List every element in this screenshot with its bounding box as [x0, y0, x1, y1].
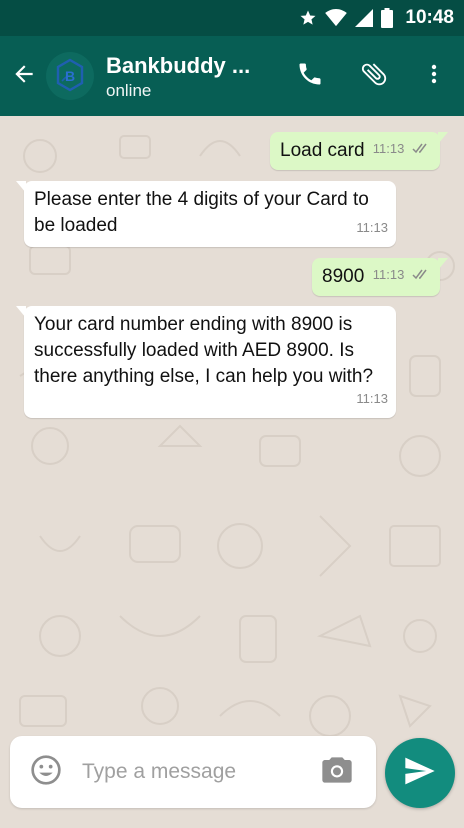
emoji-button[interactable]	[28, 754, 64, 790]
send-button[interactable]	[385, 738, 455, 808]
message-bubble-incoming[interactable]: Your card number ending with 8900 is suc…	[16, 306, 396, 418]
message-composer	[10, 736, 376, 808]
contact-info[interactable]: Bankbuddy ... online	[106, 52, 276, 102]
bankbuddy-logo-icon: B	[46, 52, 94, 100]
message-text: Load card	[280, 140, 365, 161]
message-bubble-incoming[interactable]: Please enter the 4 digits of your Card t…	[16, 181, 396, 247]
message-time: 11:13	[372, 141, 405, 157]
more-vert-icon	[422, 61, 446, 92]
message-time: 11:13	[356, 220, 388, 235]
message-bubble-outgoing[interactable]: Load card 11:13	[270, 132, 448, 170]
chat-header: B Bankbuddy ... online	[0, 36, 464, 116]
back-button[interactable]	[6, 58, 42, 94]
message-bubble-outgoing[interactable]: 8900 11:13	[312, 258, 448, 296]
double-tick-icon	[412, 263, 430, 289]
message-text: 8900	[322, 266, 365, 287]
send-icon	[404, 756, 436, 791]
svg-text:B: B	[65, 68, 75, 84]
call-button[interactable]	[292, 58, 328, 94]
cell-signal-icon	[355, 9, 374, 27]
message-input[interactable]	[82, 752, 302, 792]
message-time: 11:13	[372, 267, 405, 283]
message-text: Your card number ending with 8900 is suc…	[34, 314, 374, 387]
arrow-back-icon	[11, 61, 37, 92]
phone-icon	[296, 60, 324, 93]
battery-icon	[381, 8, 394, 28]
paperclip-icon	[359, 59, 389, 94]
attach-button[interactable]	[356, 58, 392, 94]
emoji-icon	[30, 754, 62, 791]
wifi-icon	[325, 9, 348, 27]
contact-avatar[interactable]: B	[46, 52, 94, 100]
contact-status: online	[106, 81, 152, 100]
more-options-button[interactable]	[416, 58, 452, 94]
camera-icon	[321, 756, 353, 789]
message-text: Please enter the 4 digits of your Card t…	[34, 189, 369, 236]
message-time: 11:13	[356, 391, 388, 406]
double-tick-icon	[412, 137, 430, 163]
status-time: 10:48	[405, 7, 454, 28]
camera-button[interactable]	[320, 756, 354, 788]
contact-name: Bankbuddy ...	[106, 53, 251, 78]
star-icon	[299, 9, 317, 27]
message-list[interactable]: Load card 11:13 Please enter the 4 digit…	[0, 116, 464, 828]
status-bar: 10:48	[0, 0, 464, 36]
